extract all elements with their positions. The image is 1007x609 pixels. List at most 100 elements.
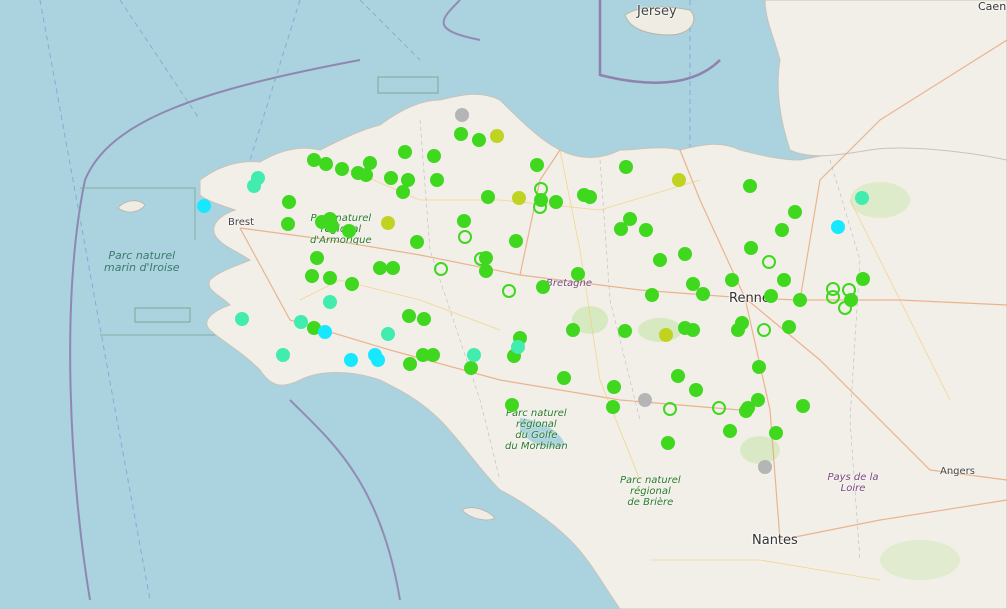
station-marker-ring[interactable] [762,255,776,269]
station-marker-green[interactable] [583,190,597,204]
station-marker-green[interactable] [743,179,757,193]
station-marker-green[interactable] [566,323,580,337]
station-marker-gray[interactable] [758,460,772,474]
station-marker-green[interactable] [645,288,659,302]
station-marker-green[interactable] [319,157,333,171]
station-marker-green[interactable] [689,383,703,397]
station-marker-green[interactable] [472,133,486,147]
station-marker-green[interactable] [402,309,416,323]
station-marker-green[interactable] [417,312,431,326]
station-marker-green[interactable] [384,171,398,185]
station-marker-green[interactable] [678,247,692,261]
station-marker-green[interactable] [788,205,802,219]
station-marker-green[interactable] [505,398,519,412]
station-marker-ring[interactable] [434,262,448,276]
station-marker-mint[interactable] [467,348,481,362]
station-marker-green[interactable] [530,158,544,172]
station-marker-cyan[interactable] [831,220,845,234]
station-marker-green[interactable] [769,426,783,440]
station-marker-green[interactable] [775,223,789,237]
station-marker-gray[interactable] [455,108,469,122]
station-marker-mint[interactable] [235,312,249,326]
station-marker-mint[interactable] [276,348,290,362]
station-marker-cyan[interactable] [371,353,385,367]
station-marker-ring[interactable] [502,284,516,298]
station-marker-green[interactable] [752,360,766,374]
station-marker-olive[interactable] [659,328,673,342]
station-marker-green[interactable] [614,222,628,236]
station-marker-mint[interactable] [294,315,308,329]
station-marker-green[interactable] [323,271,337,285]
station-marker-green[interactable] [457,214,471,228]
station-marker-mint[interactable] [247,179,261,193]
station-marker-green[interactable] [373,261,387,275]
station-marker-green[interactable] [618,324,632,338]
station-marker-ring[interactable] [842,283,856,297]
station-marker-green[interactable] [557,371,571,385]
station-marker-green[interactable] [430,173,444,187]
station-marker-ring[interactable] [757,323,771,337]
station-marker-green[interactable] [310,251,324,265]
station-marker-mint[interactable] [855,191,869,205]
station-marker-green[interactable] [536,280,550,294]
station-marker-green[interactable] [686,323,700,337]
station-marker-green[interactable] [396,185,410,199]
station-marker-green[interactable] [661,436,675,450]
station-marker-green[interactable] [281,217,295,231]
station-marker-green[interactable] [796,399,810,413]
station-marker-green[interactable] [777,273,791,287]
station-marker-green[interactable] [464,361,478,375]
station-marker-mint[interactable] [323,295,337,309]
station-marker-green[interactable] [607,380,621,394]
station-marker-green[interactable] [764,289,778,303]
station-marker-ring[interactable] [838,301,852,315]
station-marker-green[interactable] [282,195,296,209]
station-marker-green[interactable] [403,357,417,371]
station-marker-ring[interactable] [458,230,472,244]
station-marker-green[interactable] [386,261,400,275]
station-marker-ring[interactable] [533,200,547,214]
station-marker-olive[interactable] [490,129,504,143]
station-marker-green[interactable] [739,404,753,418]
station-marker-green[interactable] [454,127,468,141]
station-marker-green[interactable] [619,160,633,174]
station-marker-ring[interactable] [474,252,488,266]
station-marker-green[interactable] [639,223,653,237]
station-marker-olive[interactable] [512,191,526,205]
station-marker-cyan[interactable] [318,325,332,339]
station-marker-green[interactable] [427,149,441,163]
station-marker-ring[interactable] [663,402,677,416]
station-marker-green[interactable] [571,267,585,281]
station-marker-green[interactable] [723,424,737,438]
station-marker-green[interactable] [793,293,807,307]
station-marker-green[interactable] [549,195,563,209]
station-marker-ring[interactable] [826,290,840,304]
station-marker-gray[interactable] [638,393,652,407]
station-marker-green[interactable] [479,264,493,278]
station-marker-green[interactable] [782,320,796,334]
station-marker-green[interactable] [410,235,424,249]
station-marker-green[interactable] [735,316,749,330]
station-marker-olive[interactable] [381,216,395,230]
station-marker-green[interactable] [696,287,710,301]
station-marker-green[interactable] [416,348,430,362]
station-marker-green[interactable] [509,234,523,248]
station-marker-green[interactable] [325,219,339,233]
station-marker-green[interactable] [856,272,870,286]
station-marker-mint[interactable] [381,327,395,341]
station-marker-green[interactable] [744,241,758,255]
station-marker-green[interactable] [725,273,739,287]
station-marker-ring[interactable] [712,401,726,415]
station-marker-green[interactable] [342,224,356,238]
station-marker-green[interactable] [606,400,620,414]
station-marker-cyan[interactable] [344,353,358,367]
station-marker-mint[interactable] [511,340,525,354]
station-marker-green[interactable] [335,162,349,176]
station-marker-cyan[interactable] [197,199,211,213]
station-marker-ring[interactable] [534,182,548,196]
station-marker-green[interactable] [398,145,412,159]
station-marker-green[interactable] [305,269,319,283]
map-canvas[interactable]: Jersey Caen Brest Rennes Nantes Angers B… [0,0,1007,609]
station-marker-green[interactable] [481,190,495,204]
station-marker-green[interactable] [345,277,359,291]
